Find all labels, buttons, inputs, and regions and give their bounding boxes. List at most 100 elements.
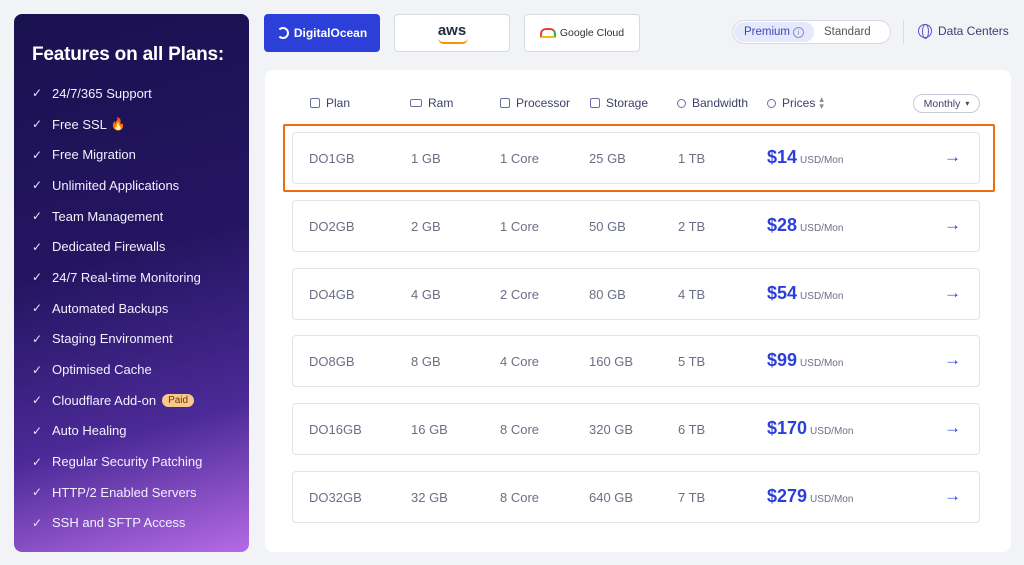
provider-label: DigitalOcean xyxy=(294,26,367,40)
divider xyxy=(903,20,904,44)
feature-item: ✓Optimised Cache xyxy=(32,354,231,385)
feature-item: ✓Auto Healing xyxy=(32,416,231,447)
feature-item: ✓HTTP/2 Enabled Servers xyxy=(32,477,231,508)
globe-icon xyxy=(918,24,932,38)
header-bandwidth: Bandwidth xyxy=(677,96,748,110)
bandwidth-icon xyxy=(677,99,686,108)
price: $14USD/Mon xyxy=(767,147,843,168)
table-header: Plan Ram Processor Storage Bandwidth Pri… xyxy=(265,94,1011,114)
cell-plan: DO2GB xyxy=(309,219,355,234)
cell-ram: 4 GB xyxy=(411,287,441,302)
cell-ram: 32 GB xyxy=(411,490,448,505)
processor-icon xyxy=(500,98,510,108)
cell-ram: 1 GB xyxy=(411,151,441,166)
toggle-standard[interactable]: Standard xyxy=(814,22,881,42)
digitalocean-icon xyxy=(277,27,289,39)
table-row[interactable]: DO4GB4 GB2 Core80 GB4 TB$54USD/Mon→ xyxy=(292,268,980,320)
price-amount: $99 xyxy=(767,350,797,371)
price-amount: $54 xyxy=(767,283,797,304)
price-amount: $170 xyxy=(767,418,807,439)
feature-item: ✓Regular Security Patching xyxy=(32,446,231,477)
info-icon[interactable]: i xyxy=(793,27,804,38)
check-icon: ✓ xyxy=(32,455,46,469)
feature-item: ✓Staging Environment xyxy=(32,324,231,355)
cell-processor: 1 Core xyxy=(500,151,539,166)
features-panel: Features on all Plans: ✓24/7/365 Support… xyxy=(14,14,249,552)
check-icon: ✓ xyxy=(32,516,46,530)
price-amount: $28 xyxy=(767,215,797,236)
provider-tabs: DigitalOcean aws Google Cloud xyxy=(264,14,640,52)
price: $279USD/Mon xyxy=(767,486,853,507)
billing-period-select[interactable]: Monthly▾ xyxy=(913,94,980,113)
feature-item: ✓24/7/365 Support xyxy=(32,78,231,109)
price-unit: USD/Mon xyxy=(800,223,843,234)
check-icon: ✓ xyxy=(32,178,46,192)
cell-bandwidth: 4 TB xyxy=(678,287,705,302)
feature-list: ✓24/7/365 Support✓Free SSL🔥✓Free Migrati… xyxy=(32,78,231,538)
google-cloud-icon xyxy=(540,28,556,38)
feature-item: ✓Free Migration xyxy=(32,139,231,170)
table-row[interactable]: DO2GB2 GB1 Core50 GB2 TB$28USD/Mon→ xyxy=(292,200,980,252)
provider-tab-google-cloud[interactable]: Google Cloud xyxy=(524,14,640,52)
cell-bandwidth: 7 TB xyxy=(678,490,705,505)
table-row[interactable]: DO16GB16 GB8 Core320 GB6 TB$170USD/Mon→ xyxy=(292,403,980,455)
price: $170USD/Mon xyxy=(767,418,853,439)
ram-icon xyxy=(410,99,422,107)
toggle-premium[interactable]: Premium i xyxy=(734,22,814,42)
cell-storage: 50 GB xyxy=(589,219,626,234)
aws-logo: aws xyxy=(438,22,466,39)
table-row[interactable]: DO1GB1 GB1 Core25 GB1 TB$14USD/Mon→ xyxy=(292,132,980,184)
cell-bandwidth: 1 TB xyxy=(678,151,705,166)
check-icon: ✓ xyxy=(32,424,46,438)
check-icon: ✓ xyxy=(32,332,46,346)
cell-processor: 8 Core xyxy=(500,490,539,505)
table-row[interactable]: DO32GB32 GB8 Core640 GB7 TB$279USD/Mon→ xyxy=(292,471,980,523)
cell-ram: 16 GB xyxy=(411,422,448,437)
arrow-right-icon[interactable]: → xyxy=(944,147,961,167)
data-centers-link[interactable]: Data Centers xyxy=(918,24,1009,38)
check-icon: ✓ xyxy=(32,240,46,254)
arrow-right-icon[interactable]: → xyxy=(944,283,961,303)
header-prices[interactable]: Prices ▴▾ xyxy=(767,96,824,110)
check-icon: ✓ xyxy=(32,270,46,284)
header-ram: Ram xyxy=(410,96,453,110)
plan-icon xyxy=(310,98,320,108)
provider-tab-aws[interactable]: aws xyxy=(394,14,510,52)
check-icon: ✓ xyxy=(32,148,46,162)
feature-item: ✓Automated Backups xyxy=(32,293,231,324)
cell-processor: 4 Core xyxy=(500,354,539,369)
cell-plan: DO16GB xyxy=(309,422,362,437)
price: $28USD/Mon xyxy=(767,215,843,236)
features-title: Features on all Plans: xyxy=(32,44,231,66)
pricing-page: Features on all Plans: ✓24/7/365 Support… xyxy=(0,0,1024,565)
cell-storage: 320 GB xyxy=(589,422,633,437)
arrow-right-icon[interactable]: → xyxy=(944,350,961,370)
arrow-right-icon[interactable]: → xyxy=(944,486,961,506)
cell-processor: 1 Core xyxy=(500,219,539,234)
cell-storage: 80 GB xyxy=(589,287,626,302)
cell-plan: DO4GB xyxy=(309,287,355,302)
check-icon: ✓ xyxy=(32,393,46,407)
storage-icon xyxy=(590,98,600,108)
feature-item: ✓SSH and SFTP Access xyxy=(32,508,231,539)
price: $54USD/Mon xyxy=(767,283,843,304)
tag-icon xyxy=(767,99,776,108)
cell-plan: DO32GB xyxy=(309,490,362,505)
plans-table: Plan Ram Processor Storage Bandwidth Pri… xyxy=(265,70,1011,552)
cell-ram: 2 GB xyxy=(411,219,441,234)
arrow-right-icon[interactable]: → xyxy=(944,418,961,438)
sort-icon[interactable]: ▴▾ xyxy=(819,96,824,110)
provider-tab-digitalocean[interactable]: DigitalOcean xyxy=(264,14,380,52)
table-row[interactable]: DO8GB8 GB4 Core160 GB5 TB$99USD/Mon→ xyxy=(292,335,980,387)
header-plan: Plan xyxy=(310,96,350,110)
chevron-down-icon: ▾ xyxy=(965,99,969,108)
cell-processor: 8 Core xyxy=(500,422,539,437)
feature-item: ✓Free SSL🔥 xyxy=(32,109,231,140)
paid-badge: Paid xyxy=(162,394,194,407)
provider-label: Google Cloud xyxy=(560,27,624,39)
cell-bandwidth: 5 TB xyxy=(678,354,705,369)
header-storage: Storage xyxy=(590,96,648,110)
fire-icon: 🔥 xyxy=(111,117,126,131)
arrow-right-icon[interactable]: → xyxy=(944,215,961,235)
feature-item: ✓Unlimited Applications xyxy=(32,170,231,201)
